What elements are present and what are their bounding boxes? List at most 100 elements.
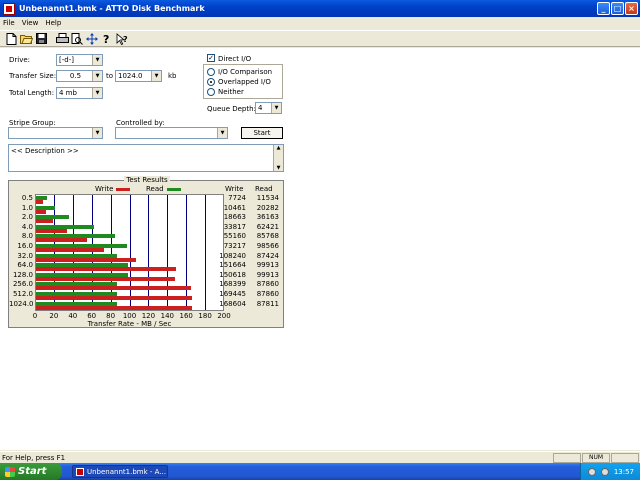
- block-size-label: 128.0: [12, 270, 33, 279]
- menu-view[interactable]: View: [22, 19, 39, 27]
- x-tick-label: 80: [106, 312, 116, 320]
- read-value: 87811: [256, 299, 279, 308]
- status-bar: For Help, press F1 NUM: [0, 451, 640, 463]
- overlapped-io-radio[interactable]: [207, 78, 215, 86]
- description-field[interactable]: << Description >> ▲ ▼: [8, 144, 284, 172]
- block-size-label: 64.0: [17, 261, 33, 270]
- transfer-size-to-select[interactable]: 1024.0 ▼: [115, 70, 162, 82]
- new-file-icon[interactable]: [4, 32, 18, 46]
- svg-text:?: ?: [103, 33, 109, 45]
- x-tick-label: 120: [141, 312, 156, 320]
- read-value: 98566: [256, 242, 279, 250]
- total-length-select[interactable]: 4 mb ▼: [56, 87, 103, 99]
- atto-app-icon[interactable]: [3, 2, 15, 15]
- context-help-icon[interactable]: ?: [115, 32, 129, 46]
- transfer-rate-plot: [35, 194, 224, 311]
- write-value: 73217: [223, 242, 246, 250]
- neither-radio[interactable]: [207, 88, 215, 96]
- write-bar: [36, 305, 192, 310]
- write-bar: [36, 228, 68, 233]
- gridline: [148, 195, 150, 310]
- chevron-down-icon[interactable]: ▼: [217, 128, 227, 138]
- gridline: [205, 195, 207, 310]
- kb-label: kb: [168, 72, 177, 80]
- queue-depth-select[interactable]: 4 ▼: [255, 102, 282, 114]
- taskbar: Start Unbenannt1.bmk - A... 13:57: [0, 463, 640, 480]
- chevron-down-icon[interactable]: ▼: [151, 71, 161, 81]
- title-bar[interactable]: Unbenannt1.bmk - ATTO Disk Benchmark _ □…: [0, 0, 640, 17]
- read-value: 85768: [256, 232, 279, 241]
- description-scrollbar[interactable]: ▲ ▼: [273, 145, 283, 171]
- write-bar: [36, 219, 54, 224]
- chevron-down-icon[interactable]: ▼: [92, 88, 102, 98]
- write-value: 168604: [219, 299, 246, 308]
- block-size-label: 32.0: [17, 251, 33, 260]
- minimize-button[interactable]: _: [597, 2, 610, 15]
- write-value: 151664: [219, 261, 246, 270]
- toolbar: ? ?: [0, 30, 640, 47]
- drive-value: [-d-]: [59, 56, 74, 64]
- write-bar: [36, 257, 136, 262]
- controlled-by-select[interactable]: ▼: [115, 127, 228, 139]
- direct-io-checkbox[interactable]: ✓: [207, 54, 215, 62]
- drive-label: Drive:: [9, 56, 31, 64]
- chevron-down-icon[interactable]: ▼: [92, 55, 102, 65]
- close-button[interactable]: ×: [625, 2, 638, 15]
- menu-file[interactable]: File: [3, 19, 15, 27]
- transfer-to-value: 1024.0: [118, 72, 143, 80]
- tray-icon[interactable]: [587, 467, 596, 476]
- io-comparison-label: I/O Comparison: [218, 68, 273, 76]
- stripe-group-label: Stripe Group:: [9, 119, 56, 127]
- status-text: For Help, press F1: [2, 453, 66, 462]
- start-label: Start: [18, 466, 47, 477]
- menu-bar: File View Help: [0, 17, 640, 29]
- maximize-button[interactable]: □: [611, 2, 624, 15]
- legend-read-label: Read: [146, 185, 164, 193]
- chevron-down-icon[interactable]: ▼: [92, 128, 102, 138]
- transfer-size-from-select[interactable]: 0.5 ▼: [56, 70, 103, 82]
- move-icon[interactable]: [85, 32, 99, 46]
- write-value: 10461: [223, 203, 246, 212]
- block-size-label: 1.0: [21, 203, 33, 212]
- status-panel-empty-2: [611, 452, 639, 463]
- block-size-label: 4.0: [21, 222, 33, 231]
- block-size-label: 0.5: [21, 194, 33, 202]
- volume-icon[interactable]: [600, 467, 609, 476]
- write-value: 33817: [223, 222, 246, 231]
- x-tick-label: 180: [198, 312, 212, 320]
- system-tray: 13:57: [580, 463, 640, 480]
- write-bar: [36, 238, 87, 243]
- read-value: 20282: [256, 203, 279, 212]
- read-swatch: [166, 187, 181, 191]
- open-folder-icon[interactable]: [19, 32, 33, 46]
- start-button-taskbar[interactable]: Start: [0, 463, 62, 480]
- chevron-down-icon[interactable]: ▼: [92, 71, 102, 81]
- description-text: << Description >>: [11, 147, 79, 155]
- write-value: 169445: [219, 290, 246, 298]
- read-value: 87424: [256, 251, 279, 260]
- svg-text:?: ?: [123, 35, 128, 44]
- test-results-panel: Test Results Write Read Write Read Trans…: [8, 176, 284, 328]
- block-size-label: 2.0: [21, 213, 33, 222]
- stripe-group-select[interactable]: ▼: [8, 127, 103, 139]
- read-value: 36163: [256, 213, 279, 222]
- menu-help[interactable]: Help: [45, 19, 61, 27]
- start-button[interactable]: Start: [241, 127, 283, 139]
- save-icon[interactable]: [34, 32, 48, 46]
- x-tick-label: 100: [122, 312, 137, 320]
- write-value: 108240: [219, 251, 246, 260]
- write-value: 18663: [223, 213, 246, 222]
- drive-select[interactable]: [-d-] ▼: [56, 54, 103, 66]
- block-size-label: 512.0: [12, 290, 33, 298]
- x-tick-label: 200: [217, 312, 231, 320]
- chevron-down-icon[interactable]: ▼: [271, 103, 281, 113]
- io-comparison-radio[interactable]: [207, 68, 215, 76]
- taskbar-item-atto[interactable]: Unbenannt1.bmk - A...: [72, 465, 168, 478]
- print-preview-icon[interactable]: [70, 32, 84, 46]
- x-axis-label: Transfer Rate - MB / Sec: [87, 320, 172, 328]
- write-column-header: Write: [225, 185, 244, 193]
- help-icon[interactable]: ?: [100, 32, 114, 46]
- controlled-by-label: Controlled by:: [116, 119, 165, 127]
- read-value: 62421: [256, 222, 279, 231]
- print-icon[interactable]: [55, 32, 69, 46]
